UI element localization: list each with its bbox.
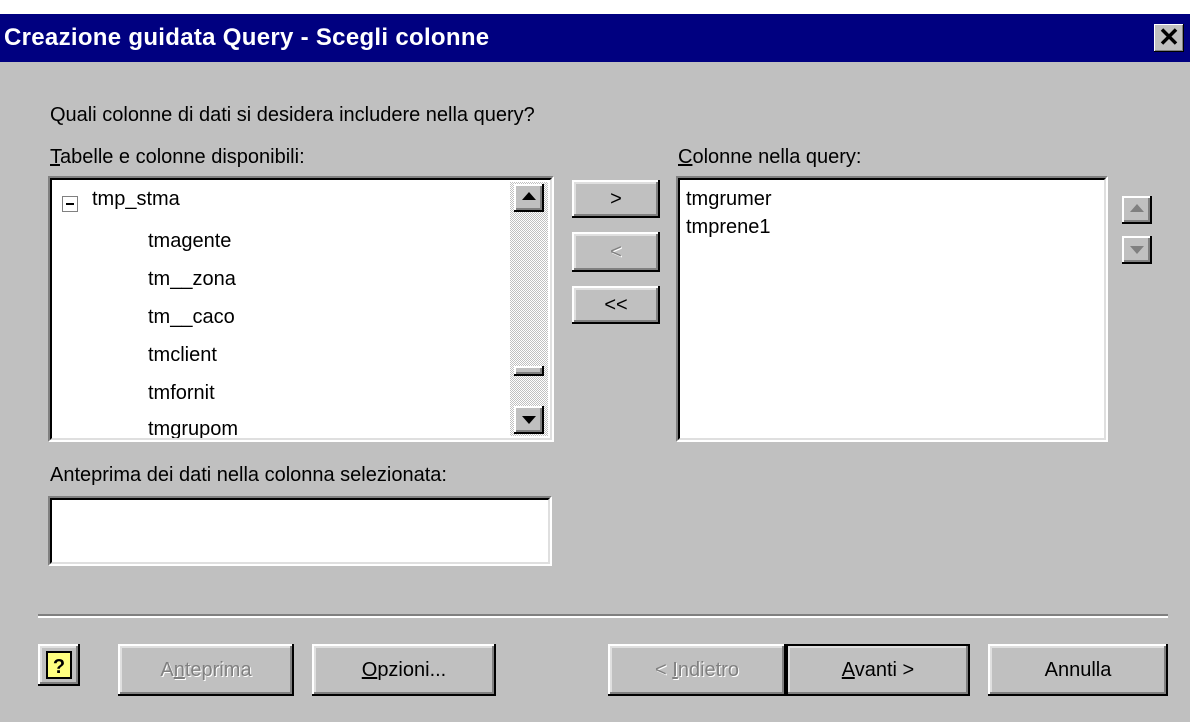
tree-column-item[interactable]: tm__caco <box>148 306 235 329</box>
preview-button[interactable]: Anteprima <box>118 644 294 696</box>
columns-prompt: Quali colonne di dati si desidera includ… <box>50 104 535 126</box>
tree-column-item[interactable]: tm__zona <box>148 268 236 291</box>
options-button[interactable]: Opzioni... <box>312 644 496 696</box>
next-button[interactable]: Avanti > <box>786 644 970 696</box>
remove-column-button[interactable]: < <box>572 232 660 272</box>
preview-field <box>48 496 552 566</box>
tree-scroll-down-button[interactable] <box>514 406 544 434</box>
move-up-icon <box>1130 204 1144 212</box>
query-column-item[interactable]: tmgrumer <box>686 188 772 211</box>
add-column-button[interactable]: > <box>572 180 660 218</box>
help-button[interactable]: ? <box>38 644 80 686</box>
available-columns-tree[interactable] <box>48 176 554 442</box>
move-down-icon <box>1130 246 1144 254</box>
preview-label: Anteprima dei dati nella colonna selezio… <box>50 464 447 486</box>
collapse-tree-icon[interactable] <box>62 196 78 212</box>
tree-table-item[interactable]: tmp_stma <box>92 188 180 211</box>
query-column-item[interactable]: tmprene1 <box>686 216 771 239</box>
query-columns-label: Colonne nella query: <box>678 146 862 168</box>
move-down-button[interactable] <box>1122 236 1152 264</box>
tree-scroll-up-button[interactable] <box>514 184 544 212</box>
back-button[interactable]: < Indietro <box>608 644 786 696</box>
available-columns-label: Tabelle e colonne disponibili: <box>50 146 305 168</box>
help-icon: ? <box>46 651 72 679</box>
tree-column-item[interactable]: tmfornit <box>148 382 215 405</box>
remove-all-columns-button[interactable]: << <box>572 286 660 324</box>
tree-column-item[interactable]: tmclient <box>148 344 217 367</box>
move-up-button[interactable] <box>1122 196 1152 224</box>
tree-scrollbar-track[interactable] <box>510 182 548 436</box>
cancel-button[interactable]: Annulla <box>988 644 1168 696</box>
tree-column-item[interactable]: tmagente <box>148 230 231 253</box>
close-button[interactable]: ✕ <box>1154 24 1184 52</box>
tree-scroll-thumb[interactable] <box>514 366 544 376</box>
scroll-down-icon <box>522 416 536 424</box>
title-bar: Creazione guidata Query - Scegli colonne… <box>0 14 1190 62</box>
dialog-title: Creazione guidata Query - Scegli colonne <box>4 24 490 51</box>
scroll-up-icon <box>522 192 536 200</box>
footer-separator <box>38 614 1168 618</box>
